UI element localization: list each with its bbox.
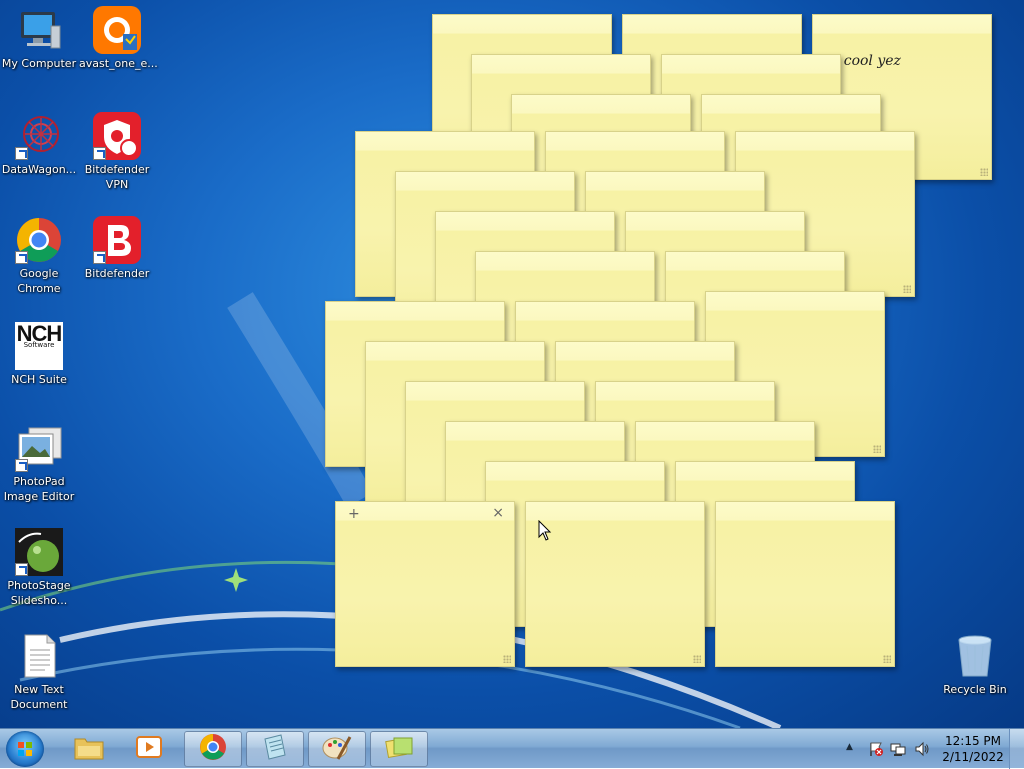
desktop-icon-label: PhotoStage Slidesho... — [7, 579, 71, 607]
resize-grip-icon[interactable] — [980, 168, 988, 176]
action-center-flag-icon[interactable] — [868, 741, 884, 761]
resize-grip-icon[interactable] — [503, 655, 511, 663]
resize-grip-icon[interactable] — [873, 445, 881, 453]
desktop-icon-label: NCH Suite — [11, 373, 67, 386]
desktop-icon-bitdefender[interactable]: Bitdefender — [79, 216, 155, 281]
resize-grip-icon[interactable] — [883, 655, 891, 663]
shortcut-arrow-icon — [15, 147, 28, 160]
desktop-icon-label: Bitdefender VPN — [84, 163, 150, 191]
desktop-icon-new-text-document[interactable]: New Text Document — [1, 632, 77, 712]
desktop-icon-label: avast_one_e... — [79, 57, 158, 70]
desktop: My Computer DataWagon... Google Chrome N… — [0, 0, 1024, 728]
desktop-icon-datawagon[interactable]: DataWagon... — [1, 112, 77, 177]
clock-time: 12:15 PM — [945, 734, 1001, 748]
shortcut-arrow-icon — [15, 251, 28, 264]
desktop-icon-photopad[interactable]: PhotoPad Image Editor — [1, 424, 77, 504]
text-document-icon — [15, 632, 63, 680]
nch-logo-icon: NCH Software — [15, 322, 63, 370]
tray-expand-icon[interactable]: ▲ — [846, 742, 853, 752]
clock-date: 2/11/2022 — [942, 750, 1004, 764]
shortcut-arrow-icon — [93, 147, 106, 160]
desktop-icon-label: Recycle Bin — [943, 683, 1007, 696]
sticky-note[interactable]: + × — [335, 501, 515, 667]
sticky-note[interactable] — [525, 501, 705, 667]
system-tray: ▲ — [840, 729, 940, 769]
chrome-icon — [15, 216, 63, 264]
mouse-cursor-icon — [538, 519, 552, 546]
datawagon-icon — [15, 112, 63, 160]
desktop-icon-label: DataWagon... — [1, 163, 77, 176]
desktop-icon-label: New Text Document — [10, 683, 68, 711]
desktop-icon-my-computer[interactable]: My Computer — [1, 6, 77, 71]
taskbar: ▲ 12:15 PM 2/11/2022 — [0, 728, 1024, 769]
taskbar-chrome[interactable] — [184, 731, 242, 767]
volume-icon[interactable] — [914, 741, 930, 761]
new-note-button[interactable]: + — [348, 506, 360, 522]
sticky-note-text[interactable]: e cool yez — [831, 53, 901, 69]
bitdefender-icon — [93, 216, 141, 264]
chrome-icon — [199, 733, 227, 765]
folder-icon — [74, 734, 104, 764]
photostage-icon — [15, 528, 63, 576]
media-player-icon — [135, 734, 163, 764]
taskbar-sticky-notes[interactable] — [370, 731, 428, 767]
close-note-button[interactable]: × — [492, 505, 504, 521]
shortcut-arrow-icon — [15, 459, 28, 472]
network-icon[interactable] — [890, 741, 906, 761]
desktop-icon-label: Bitdefender — [84, 267, 150, 280]
resize-grip-icon[interactable] — [693, 655, 701, 663]
shortcut-arrow-icon — [93, 251, 106, 264]
notepad-icon — [261, 733, 289, 765]
taskbar-paint[interactable] — [308, 731, 366, 767]
taskbar-windows-explorer[interactable] — [60, 731, 118, 767]
taskbar-clock[interactable]: 12:15 PM 2/11/2022 — [938, 733, 1008, 765]
desktop-icon-label: PhotoPad Image Editor — [3, 475, 75, 503]
recycle-bin-icon — [951, 632, 999, 680]
taskbar-media-player[interactable] — [120, 731, 178, 767]
photopad-icon — [15, 424, 63, 472]
paint-icon — [322, 733, 352, 765]
nch-logo-text: NCH — [16, 321, 63, 346]
start-button[interactable] — [6, 731, 44, 767]
desktop-icon-photostage[interactable]: PhotoStage Slidesho... — [1, 528, 77, 608]
desktop-icon-recycle-bin[interactable]: Recycle Bin — [937, 632, 1013, 697]
shortcut-arrow-icon — [15, 563, 28, 576]
sticky-note[interactable] — [715, 501, 895, 667]
computer-icon — [15, 6, 63, 54]
desktop-icon-nch-suite[interactable]: NCH Software NCH Suite — [1, 322, 77, 387]
desktop-icon-avast[interactable]: avast_one_e... — [79, 6, 158, 71]
desktop-icon-bitdefender-vpn[interactable]: Bitdefender VPN — [79, 112, 155, 192]
show-desktop-button[interactable] — [1009, 729, 1024, 769]
desktop-icon-label: My Computer — [1, 57, 77, 70]
taskbar-notepad[interactable] — [246, 731, 304, 767]
sticky-notes-icon — [384, 734, 414, 764]
desktop-icon-google-chrome[interactable]: Google Chrome — [1, 216, 77, 296]
windows-logo-icon — [18, 742, 32, 756]
resize-grip-icon[interactable] — [903, 285, 911, 293]
bitdefender-vpn-icon — [93, 112, 141, 160]
desktop-icon-label: Google Chrome — [17, 267, 61, 295]
avast-icon — [93, 6, 141, 54]
